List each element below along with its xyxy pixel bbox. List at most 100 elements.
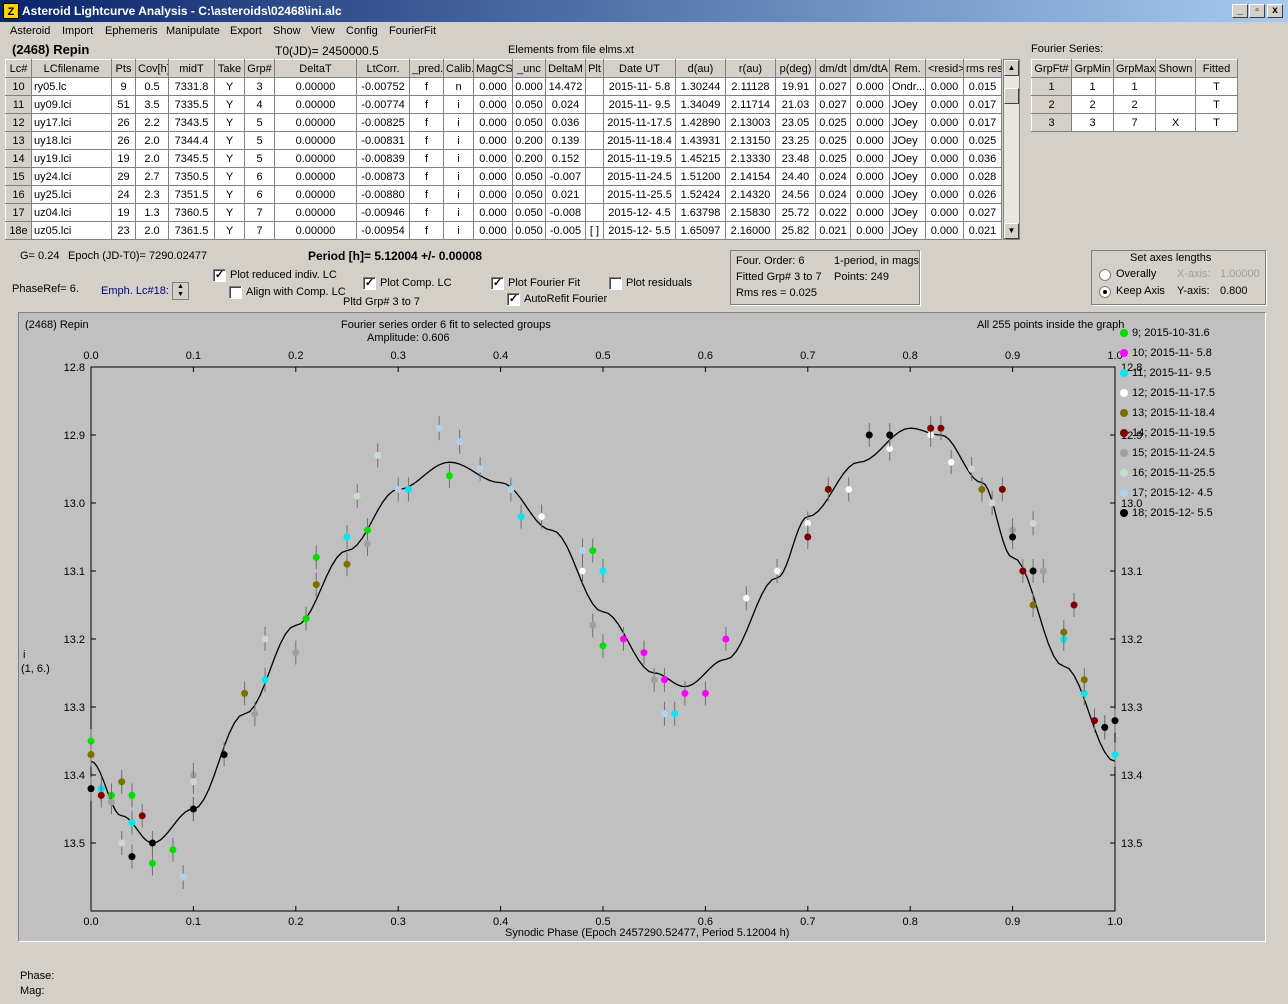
table-cell[interactable]: JOey xyxy=(889,95,926,114)
fourier-cell[interactable]: 7 xyxy=(1113,113,1156,132)
table-cell[interactable]: 0.021 xyxy=(815,221,851,240)
table-cell[interactable]: 0.036 xyxy=(963,149,1002,168)
table-cell[interactable]: 3 xyxy=(244,77,275,96)
table-cell[interactable]: 7360.5 xyxy=(168,203,215,222)
overally-radio[interactable] xyxy=(1099,269,1111,281)
table-cell[interactable]: 21.03 xyxy=(775,95,816,114)
restore-icon[interactable]: ▫ xyxy=(1249,4,1265,18)
table-cell[interactable]: 0.050 xyxy=(512,203,546,222)
table-cell[interactable]: 6 xyxy=(244,167,275,186)
table-cell[interactable]: Y xyxy=(214,131,245,150)
table-cell[interactable]: 0.000 xyxy=(473,167,513,186)
column-header[interactable]: Plt xyxy=(585,59,604,78)
table-cell[interactable]: 2.16000 xyxy=(725,221,776,240)
table-cell[interactable]: f xyxy=(409,113,444,132)
table-cell[interactable]: 0.050 xyxy=(512,185,546,204)
table-cell[interactable]: -0.00873 xyxy=(356,167,410,186)
table-cell[interactable]: 0.000 xyxy=(473,185,513,204)
table-cell[interactable]: 0.00000 xyxy=(274,95,357,114)
table-cell[interactable]: 0.000 xyxy=(473,203,513,222)
table-cell[interactable]: f xyxy=(409,167,444,186)
table-cell[interactable]: i xyxy=(443,131,474,150)
fourier-cell[interactable]: 2 xyxy=(1071,95,1114,114)
table-cell[interactable]: i xyxy=(443,113,474,132)
table-cell[interactable]: 7331.8 xyxy=(168,77,215,96)
column-header[interactable]: LCfilename xyxy=(31,59,112,78)
scroll-up-icon[interactable]: ▲ xyxy=(1004,60,1019,76)
table-cell[interactable] xyxy=(585,167,604,186)
table-cell[interactable]: 7345.5 xyxy=(168,149,215,168)
table-cell[interactable]: 0.000 xyxy=(850,221,890,240)
table-cell[interactable]: 0.000 xyxy=(850,113,890,132)
table-cell[interactable]: -0.00954 xyxy=(356,221,410,240)
table-cell[interactable] xyxy=(585,185,604,204)
table-cell[interactable]: 17 xyxy=(5,203,32,222)
table-cell[interactable]: 0.027 xyxy=(815,77,851,96)
table-cell[interactable]: 9 xyxy=(111,77,136,96)
table-cell[interactable]: Y xyxy=(214,149,245,168)
table-cell[interactable]: 0.000 xyxy=(925,203,964,222)
column-header[interactable]: r(au) xyxy=(725,59,776,78)
table-cell[interactable]: 2.7 xyxy=(135,167,169,186)
table-cell[interactable]: 7351.5 xyxy=(168,185,215,204)
table-cell[interactable]: 0.000 xyxy=(925,185,964,204)
fourier-cell[interactable]: 2 xyxy=(1031,95,1072,114)
table-cell[interactable]: f xyxy=(409,149,444,168)
table-cell[interactable]: JOey xyxy=(889,131,926,150)
table-cell[interactable]: 10 xyxy=(5,77,32,96)
table-cell[interactable]: 0.00000 xyxy=(274,131,357,150)
fourier-cell[interactable]: T xyxy=(1195,113,1238,132)
fourier-cell[interactable] xyxy=(1155,77,1196,96)
table-cell[interactable]: 16 xyxy=(5,185,32,204)
table-cell[interactable]: 0.017 xyxy=(963,95,1002,114)
table-cell[interactable]: 0.024 xyxy=(815,185,851,204)
table-cell[interactable]: i xyxy=(443,203,474,222)
table-cell[interactable]: 2015-12- 5.5 xyxy=(603,221,676,240)
fourier-cell[interactable]: T xyxy=(1195,95,1238,114)
table-cell[interactable]: 19 xyxy=(111,149,136,168)
table-row[interactable]: 18e uz05.lci 23 2.0 7361.5 Y 7 0.00000 -0.00954 f… xyxy=(5,221,1002,240)
table-cell[interactable]: -0.00831 xyxy=(356,131,410,150)
table-cell[interactable]: 19 xyxy=(111,203,136,222)
table-cell[interactable]: 2.3 xyxy=(135,185,169,204)
table-cell[interactable]: 14 xyxy=(5,149,32,168)
yaxis-value[interactable]: 0.800 xyxy=(1220,285,1248,297)
table-cell[interactable]: -0.005 xyxy=(545,221,586,240)
table-cell[interactable]: 0.024 xyxy=(815,167,851,186)
table-cell[interactable]: 0.027 xyxy=(963,203,1002,222)
fourier-row[interactable]: 337XT xyxy=(1031,113,1238,132)
table-cell[interactable]: Y xyxy=(214,95,245,114)
table-cell[interactable]: i xyxy=(443,167,474,186)
table-cell[interactable]: 0.000 xyxy=(850,95,890,114)
table-cell[interactable]: 1.65097 xyxy=(675,221,726,240)
menu-manipulate[interactable]: Manipulate xyxy=(166,22,220,41)
table-cell[interactable]: 0.022 xyxy=(815,203,851,222)
table-cell[interactable]: f xyxy=(409,77,444,96)
table-cell[interactable]: i xyxy=(443,221,474,240)
table-cell[interactable]: 12 xyxy=(5,113,32,132)
table-cell[interactable]: 7343.5 xyxy=(168,113,215,132)
column-header[interactable]: _pred. xyxy=(409,59,444,78)
table-cell[interactable]: 0.00000 xyxy=(274,77,357,96)
table-cell[interactable]: f xyxy=(409,131,444,150)
table-cell[interactable]: -0.007 xyxy=(545,167,586,186)
column-header[interactable]: DeltaM xyxy=(545,59,586,78)
table-cell[interactable]: Y xyxy=(214,113,245,132)
table-cell[interactable]: 0.050 xyxy=(512,95,546,114)
table-cell[interactable]: 0.00000 xyxy=(274,203,357,222)
scroll-down-icon[interactable]: ▼ xyxy=(1004,223,1019,239)
table-row[interactable]: 14 uy19.lci 19 2.0 7345.5 Y 5 0.00000 -0.00839 f i… xyxy=(5,149,1002,168)
table-cell[interactable]: JOey xyxy=(889,149,926,168)
table-cell[interactable]: 2.13150 xyxy=(725,131,776,150)
table-cell[interactable]: 0.000 xyxy=(925,113,964,132)
table-cell[interactable]: [ ] xyxy=(585,221,604,240)
table-cell[interactable]: 29 xyxy=(111,167,136,186)
minimize-icon[interactable]: _ xyxy=(1232,4,1248,18)
table-cell[interactable]: uy18.lci xyxy=(31,131,112,150)
table-cell[interactable]: 0.000 xyxy=(850,185,890,204)
table-cell[interactable]: 0.017 xyxy=(963,113,1002,132)
table-cell[interactable]: 13 xyxy=(5,131,32,150)
table-cell[interactable]: 0.00000 xyxy=(274,113,357,132)
table-cell[interactable]: 1.52424 xyxy=(675,185,726,204)
table-cell[interactable]: 2015-11-17.5 xyxy=(603,113,676,132)
